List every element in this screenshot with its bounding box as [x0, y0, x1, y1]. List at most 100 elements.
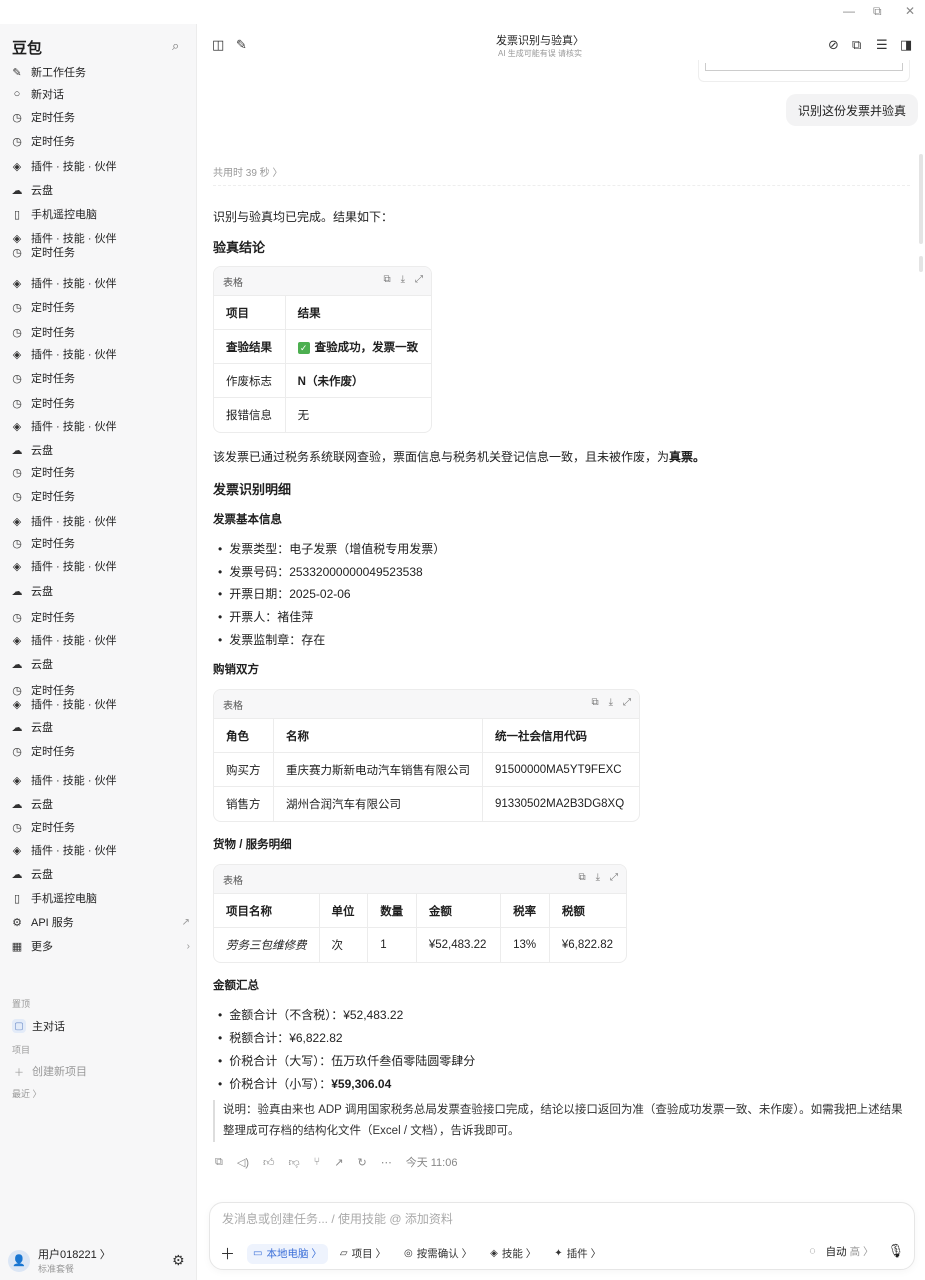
cloud-icon: ☁ — [11, 798, 23, 811]
download-icon[interactable]: ⤓ — [401, 274, 405, 285]
sidebar-item[interactable]: ◈ 插件 · 技能 · 伙伴 — [10, 694, 190, 714]
sidebar-item[interactable]: ◷ 定时任务 — [10, 607, 190, 627]
share-icon[interactable]: ↗ — [334, 1156, 343, 1169]
sidebar-item[interactable]: ▯ 手机遥控电脑 — [10, 888, 190, 908]
sidebar-item[interactable]: ☁ 云盘 — [10, 581, 190, 601]
sidebar-item[interactable]: ⚙ API 服务 ↗ — [10, 912, 190, 932]
composer-chip[interactable]: ◎ 按需确认 〉 — [398, 1244, 478, 1264]
sidebar-item[interactable]: ◷ 定时任务 — [10, 486, 190, 506]
sidebar-item[interactable]: ◈ 插件 · 技能 · 伙伴 — [10, 556, 190, 576]
scrollbar-thumb-secondary[interactable] — [919, 256, 923, 272]
sidebar: 豆包 ⌕ ✎ 新工作任务 ○ 新对话 ◷ 定时任务 ◷ 定时任务 ◈ 插件 · 技能 · 伙伴 ☁ 云… — [0, 24, 197, 1280]
download-icon[interactable]: ⤓ — [596, 872, 600, 883]
plus-icon: ＋ — [14, 1067, 24, 1079]
composer-chip[interactable]: ▱ 项目 〉 — [334, 1244, 392, 1264]
tasks-list-icon[interactable]: ☰ — [876, 37, 888, 53]
thumbs-up-icon[interactable]: 👍︎ — [263, 1156, 275, 1169]
expand-icon[interactable]: ⤢ — [415, 274, 423, 285]
sidebar-item[interactable]: ☁ 云盘 — [10, 180, 190, 200]
elapsed-time[interactable]: 共用时 39 秒 〉 — [213, 164, 282, 179]
page-title[interactable]: 发票识别与验真〉 — [198, 32, 882, 48]
table-cell: 统一社会信用代码 — [482, 718, 639, 753]
table-cell: 查验结果 — [214, 329, 286, 364]
sidebar-item[interactable]: ◷ 定时任务 — [10, 297, 190, 317]
thumbs-down-icon[interactable]: 👎︎ — [288, 1156, 299, 1169]
composer-chip[interactable]: ▭ 本地电脑 〉 — [247, 1243, 328, 1264]
pinned-item-label: 主对话 — [32, 1021, 65, 1033]
pinned-item-main-chat[interactable]: ▢ 主对话 — [12, 1018, 65, 1034]
sidebar-item[interactable]: ☁ 云盘 — [10, 864, 190, 884]
sidebar-item-label: 新工作任务 — [31, 67, 86, 79]
create-project-button[interactable]: ＋ 创建新项目 — [12, 1063, 87, 1079]
clock-icon: ◷ — [12, 466, 22, 479]
invoice-image-thumbnail[interactable] — [698, 60, 910, 82]
mode-level: 高 〉 — [849, 1245, 874, 1258]
copy-icon[interactable]: ⧉ — [383, 274, 390, 285]
expand-icon[interactable]: ⤢ — [623, 697, 631, 708]
share-icon[interactable]: ⧉ — [852, 37, 861, 53]
more-icon[interactable]: ⋯ — [381, 1156, 392, 1169]
sidebar-item[interactable]: ◈ 插件 · 技能 · 伙伴 — [10, 273, 190, 293]
sidebar-item[interactable]: ◈ 插件 · 技能 · 伙伴 — [10, 840, 190, 860]
regenerate-icon[interactable]: ↻ — [357, 1156, 366, 1169]
composer-chips: ▭ 本地电脑 〉 ▱ 项目 〉 ◎ 按需确认 〉 ◈ 技能 〉 ✦ 插件 〉 — [247, 1243, 613, 1264]
composer-chip[interactable]: ✦ 插件 〉 — [548, 1244, 607, 1264]
user-profile[interactable]: 👤 用户018221 〉 标准套餐 — [8, 1246, 188, 1275]
sidebar-item[interactable]: ◷ 定时任务 — [10, 462, 190, 482]
sidebar-item[interactable]: ◷ 定时任务 — [10, 368, 190, 388]
table-header-bar: 表格 ⧉ ⤓ ⤢ — [214, 865, 626, 893]
sidebar-item[interactable]: ☁ 云盘 — [10, 794, 190, 814]
table-cell: 91500000MA5YT9FEXC — [482, 752, 639, 787]
sidebar-item[interactable]: ◷ 定时任务 — [10, 322, 190, 342]
sidebar-item[interactable]: ◈ 插件 · 技能 · 伙伴 — [10, 511, 190, 531]
layers-icon: ◈ — [490, 1248, 498, 1259]
message-input[interactable] — [222, 1212, 822, 1226]
sidebar-item[interactable]: ▯ 手机遥控电脑 — [10, 204, 190, 224]
plus-icon[interactable]: ＋ — [220, 1243, 235, 1264]
composer-chip-label: 项目 〉 — [351, 1248, 387, 1260]
sidebar-item[interactable]: ◷ 定时任务 — [10, 533, 190, 553]
branch-icon[interactable]: ⑂ — [314, 1156, 321, 1168]
close-button[interactable]: ✕ — [905, 4, 915, 18]
sidebar-item[interactable]: ◈ 插件 · 技能 · 伙伴 — [10, 156, 190, 176]
sidebar-item[interactable]: ○ 新对话 — [10, 84, 190, 104]
restore-button[interactable]: ⧉ — [873, 4, 882, 19]
verify-heading: 验真结论 — [213, 240, 266, 255]
mute-icon[interactable]: ⊘ — [828, 37, 839, 53]
sidebar-item[interactable]: ✎ 新工作任务 — [10, 62, 190, 82]
sidebar-item[interactable]: ◷ 定时任务 — [10, 393, 190, 413]
sidebar-item[interactable]: ◈ 插件 · 技能 · 伙伴 — [10, 344, 190, 364]
speaker-icon[interactable]: ◁) — [237, 1156, 249, 1169]
sidebar-item[interactable]: ◷ 定时任务 — [10, 817, 190, 837]
sidebar-item[interactable]: ☁ 云盘 — [10, 654, 190, 674]
sidebar-item[interactable]: ◷ 定时任务 — [10, 741, 190, 761]
panel-toggle-icon[interactable]: ◨ — [900, 37, 912, 53]
sidebar-item[interactable]: ☁ 云盘 — [10, 440, 190, 460]
sidebar-item[interactable]: ◷ 定时任务 — [10, 107, 190, 127]
scrollbar-thumb[interactable] — [919, 154, 923, 244]
copy-icon[interactable]: ⧉ — [215, 1156, 223, 1169]
search-icon[interactable]: ⌕ — [172, 38, 179, 54]
recent-section-label[interactable]: 最近 〉 — [12, 1087, 42, 1100]
clock-icon: ◷ — [12, 135, 22, 148]
sidebar-item[interactable]: ▦ 更多 › — [10, 936, 190, 956]
sidebar-item[interactable]: ◷ 定时任务 — [10, 131, 190, 151]
copy-icon[interactable]: ⧉ — [578, 872, 585, 883]
sidebar-item[interactable]: ◷ 定时任务 — [10, 242, 190, 262]
expand-icon[interactable]: ⤢ — [610, 872, 618, 883]
table-cell: 重庆赛力斯新电动汽车销售有限公司 — [273, 752, 484, 787]
microphone-icon[interactable]: 🎙︎ — [887, 1243, 904, 1259]
download-icon[interactable]: ⤓ — [609, 697, 613, 708]
mode-selector[interactable]: 自动 高 〉 — [826, 1244, 874, 1259]
settings-gear-icon[interactable]: ⚙ — [172, 1252, 185, 1269]
composer-chip[interactable]: ◈ 技能 〉 — [484, 1244, 542, 1264]
sidebar-item[interactable]: ◈ 插件 · 技能 · 伙伴 — [10, 630, 190, 650]
sidebar-item[interactable]: ☁ 云盘 — [10, 717, 190, 737]
sidebar-item-label: API 服务 — [31, 917, 74, 929]
layers-icon: ◈ — [12, 277, 22, 290]
copy-icon[interactable]: ⧉ — [591, 697, 598, 708]
sidebar-item[interactable]: ◈ 插件 · 技能 · 伙伴 — [10, 770, 190, 790]
sidebar-item[interactable]: ◈ 插件 · 技能 · 伙伴 — [10, 416, 190, 436]
minimize-button[interactable]: — — [843, 4, 855, 18]
chat-bubble-icon: ▢ — [12, 1019, 26, 1033]
